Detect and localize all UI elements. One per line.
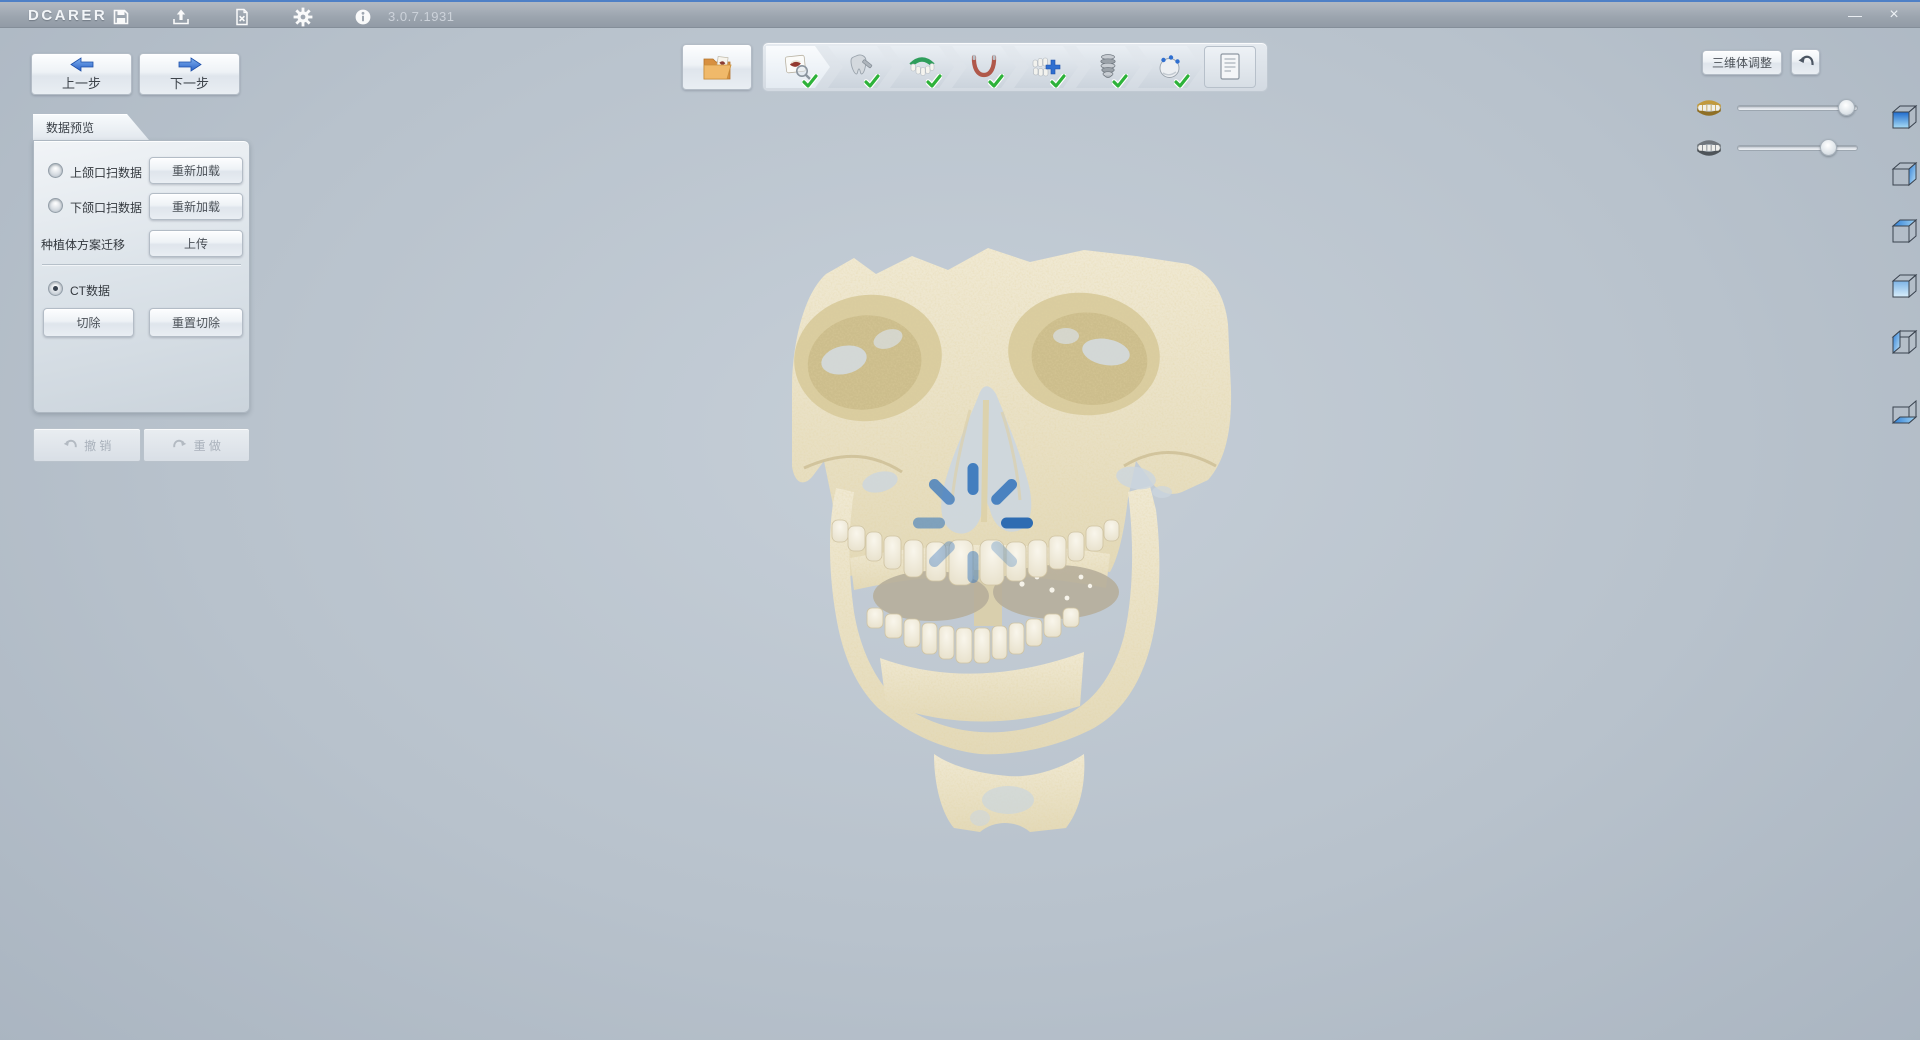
step-done-check-icon: [802, 74, 818, 88]
view-cube-left[interactable]: [1890, 328, 1918, 356]
step-done-check-icon: [1050, 74, 1066, 88]
lower-teeth: [867, 608, 1079, 663]
titlebar: DCARER 3.0.7.1931 — ×: [0, 0, 1920, 28]
upper-jaw-teeth-icon: [1694, 97, 1724, 119]
open-case-folder-icon: [702, 54, 732, 81]
undo-button[interactable]: 撤 销: [33, 428, 141, 462]
export-icon[interactable]: [168, 6, 194, 27]
redo-button[interactable]: 重 做: [143, 428, 251, 462]
app-logo: DCARER: [28, 7, 107, 24]
step-done-check-icon: [988, 74, 1004, 88]
redo-label: 重 做: [194, 437, 221, 454]
report-step-icon: [1217, 52, 1243, 82]
prev-step-button[interactable]: 上一步: [31, 53, 132, 95]
step-done-check-icon: [1174, 74, 1190, 88]
reload-lower-scan-button[interactable]: 重新加载: [149, 193, 243, 220]
open-case-folder-button[interactable]: [682, 44, 752, 90]
save-icon[interactable]: [108, 6, 134, 27]
reset-cut-button[interactable]: 重置切除: [149, 308, 243, 337]
cut-button[interactable]: 切除: [43, 308, 134, 337]
undo-label: 撤 销: [84, 437, 111, 454]
ct-data-radio[interactable]: [48, 281, 63, 296]
lower-jaw-teeth-icon: [1694, 137, 1724, 159]
upload-implant-plan-button[interactable]: 上传: [149, 230, 243, 257]
next-step-label: 下一步: [170, 73, 209, 92]
reset-view-button[interactable]: [1791, 49, 1820, 75]
arrow-right-icon: [178, 57, 202, 72]
version-label: 3.0.7.1931: [388, 9, 454, 24]
arrow-left-icon: [70, 57, 94, 72]
implant-plan-label: 种植体方案迁移: [41, 236, 125, 253]
view-cube-top[interactable]: [1890, 217, 1918, 245]
ct-data-label: CT数据: [70, 282, 110, 299]
close-icon: ×: [1889, 6, 1898, 23]
step-done-check-icon: [864, 74, 880, 88]
step-done-check-icon: [1112, 74, 1128, 88]
report-doc-icon[interactable]: [229, 6, 255, 27]
close-button[interactable]: ×: [1878, 5, 1910, 25]
tab-data-preview[interactable]: 数据预览: [33, 114, 149, 140]
reload-upper-scan-button[interactable]: 重新加载: [149, 157, 243, 184]
lower-jaw-opacity-slider[interactable]: [1737, 145, 1858, 151]
settings-gear-icon[interactable]: [290, 6, 316, 27]
lower-scan-radio[interactable]: [48, 198, 63, 213]
lower-jaw-opacity-handle[interactable]: [1820, 139, 1837, 156]
view-cube-front[interactable]: [1890, 103, 1918, 131]
upper-scan-label: 上颌口扫数据: [70, 164, 142, 181]
upper-scan-radio[interactable]: [48, 163, 63, 178]
volume-adjust-button[interactable]: 三维体调整: [1702, 50, 1782, 75]
redo-arrow-icon: [172, 438, 188, 452]
view-cube-back[interactable]: [1890, 272, 1918, 300]
prev-step-label: 上一步: [62, 73, 101, 92]
lower-scan-label: 下颌口扫数据: [70, 199, 142, 216]
workflow-step-report[interactable]: [1204, 46, 1256, 88]
upper-jaw-opacity-handle[interactable]: [1838, 99, 1855, 116]
minimize-glyph: —: [1848, 7, 1862, 23]
panel-divider: [42, 264, 241, 266]
minimize-button[interactable]: —: [1840, 5, 1870, 25]
ct-skull-render[interactable]: [784, 240, 1236, 832]
history-toolbar: 撤 销 重 做: [33, 428, 250, 462]
step-done-check-icon: [926, 74, 942, 88]
view-cube-bottom[interactable]: [1890, 398, 1918, 426]
undo-arrow-icon: [62, 438, 78, 452]
undo-arrow-icon: [1797, 54, 1815, 70]
app-window: DCARER 3.0.7.1931 — × 上一步 下一步 数据预览 上颌口扫数…: [0, 0, 1920, 1040]
view-cube-right[interactable]: [1890, 160, 1918, 188]
data-preview-panel: 上颌口扫数据 重新加载 下颌口扫数据 重新加载 种植体方案迁移 上传 CT数据 …: [33, 140, 250, 413]
next-step-button[interactable]: 下一步: [139, 53, 240, 95]
info-icon[interactable]: [350, 6, 376, 27]
